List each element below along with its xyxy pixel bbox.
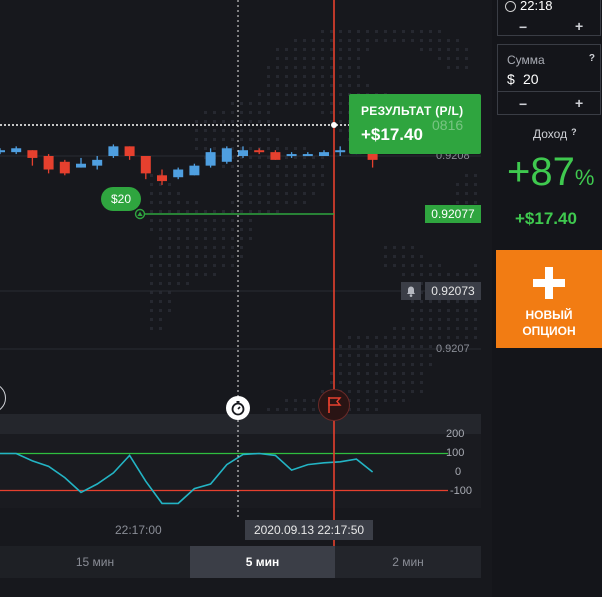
profit-percent: +87% [507, 150, 594, 195]
indicator-label: 200 [446, 428, 465, 440]
candle [0, 150, 5, 153]
amount-box[interactable]: Сумма ? $ 20 − + [497, 44, 601, 115]
candle [11, 148, 22, 153]
indicator-panel [0, 414, 481, 508]
amount-label: Сумма [507, 53, 545, 67]
timeframe-15min[interactable]: 15 мин [0, 546, 190, 578]
stopwatch-icon[interactable] [226, 396, 250, 420]
timeframe-5min[interactable]: 5 мин [190, 546, 335, 578]
plus-icon [545, 267, 553, 299]
new-option-label-2: ОПЦИОН [522, 324, 576, 338]
expiry-increase-button[interactable]: + [575, 18, 583, 34]
indicator-label: -100 [450, 485, 473, 497]
candle [205, 152, 216, 166]
candle [335, 150, 346, 153]
candle [27, 150, 38, 158]
candle [286, 154, 297, 157]
indicator-label: 0 [455, 466, 462, 478]
current-datetime: 2020.09.13 22:17:50 [245, 520, 373, 540]
price-label: 0.9207 [436, 343, 470, 355]
bell-icon[interactable] [401, 282, 421, 300]
candle [124, 146, 135, 156]
timeframe-bar: 15 мин 5 мин 2 мин [0, 546, 481, 578]
candle [43, 156, 54, 170]
candle [238, 150, 248, 156]
result-value: +$17.40 [361, 125, 423, 144]
alert-price-tag: 0.92073 [425, 282, 481, 300]
profit-amount: +$17.40 [515, 209, 577, 228]
clock-icon [505, 1, 516, 12]
new-option-button[interactable]: НОВЫЙ ОПЦИОН [496, 250, 602, 348]
candle [157, 175, 167, 182]
expiry-decrease-button[interactable]: − [519, 19, 527, 35]
expiry-time-value: 22:18 [520, 0, 553, 13]
candle [173, 169, 184, 178]
finish-flag-icon[interactable] [318, 389, 350, 421]
candle [108, 146, 119, 156]
percent-sign: % [574, 165, 595, 190]
time-axis-label: 22:17:00 [115, 523, 162, 537]
candle [189, 165, 200, 176]
candle [140, 156, 151, 174]
help-icon[interactable]: ? [589, 53, 595, 64]
profit-label-text: Доход [533, 127, 568, 141]
timeframe-2min[interactable]: 2 мин [335, 546, 481, 578]
currency-symbol: $ [507, 71, 515, 87]
chart-area[interactable]: 0.9208 0.9207 РЕЗУЛЬТАТ (P/L) +$17.40 08… [0, 0, 492, 597]
expiry-time-box[interactable]: 22:18 − + [497, 0, 601, 36]
result-title: РЕЗУЛЬТАТ (P/L) [361, 104, 464, 118]
indicator-label: 100 [446, 447, 465, 459]
amount-decrease-button[interactable]: − [519, 96, 527, 112]
candle [59, 161, 70, 174]
candle [254, 150, 265, 153]
candle [76, 163, 86, 168]
current-price-tag: 0.92077 [425, 205, 481, 223]
amount-increase-button[interactable]: + [575, 95, 583, 111]
current-price-dot [331, 122, 337, 128]
profit-label: Доход? [533, 127, 577, 141]
profit-percent-value: 87 [530, 150, 575, 194]
price-ghost-text: 0816 [432, 117, 464, 133]
profit-sign: + [507, 150, 531, 194]
bet-badge[interactable]: $20 [101, 187, 141, 211]
help-icon[interactable]: ? [571, 127, 577, 137]
divider [498, 91, 600, 92]
amount-input[interactable]: 20 [523, 71, 539, 87]
candle [270, 152, 281, 160]
candle [221, 148, 232, 162]
new-option-label-1: НОВЫЙ [525, 308, 573, 322]
candle [302, 154, 313, 157]
candle [92, 159, 103, 166]
candles [0, 144, 378, 185]
candle [319, 152, 329, 156]
